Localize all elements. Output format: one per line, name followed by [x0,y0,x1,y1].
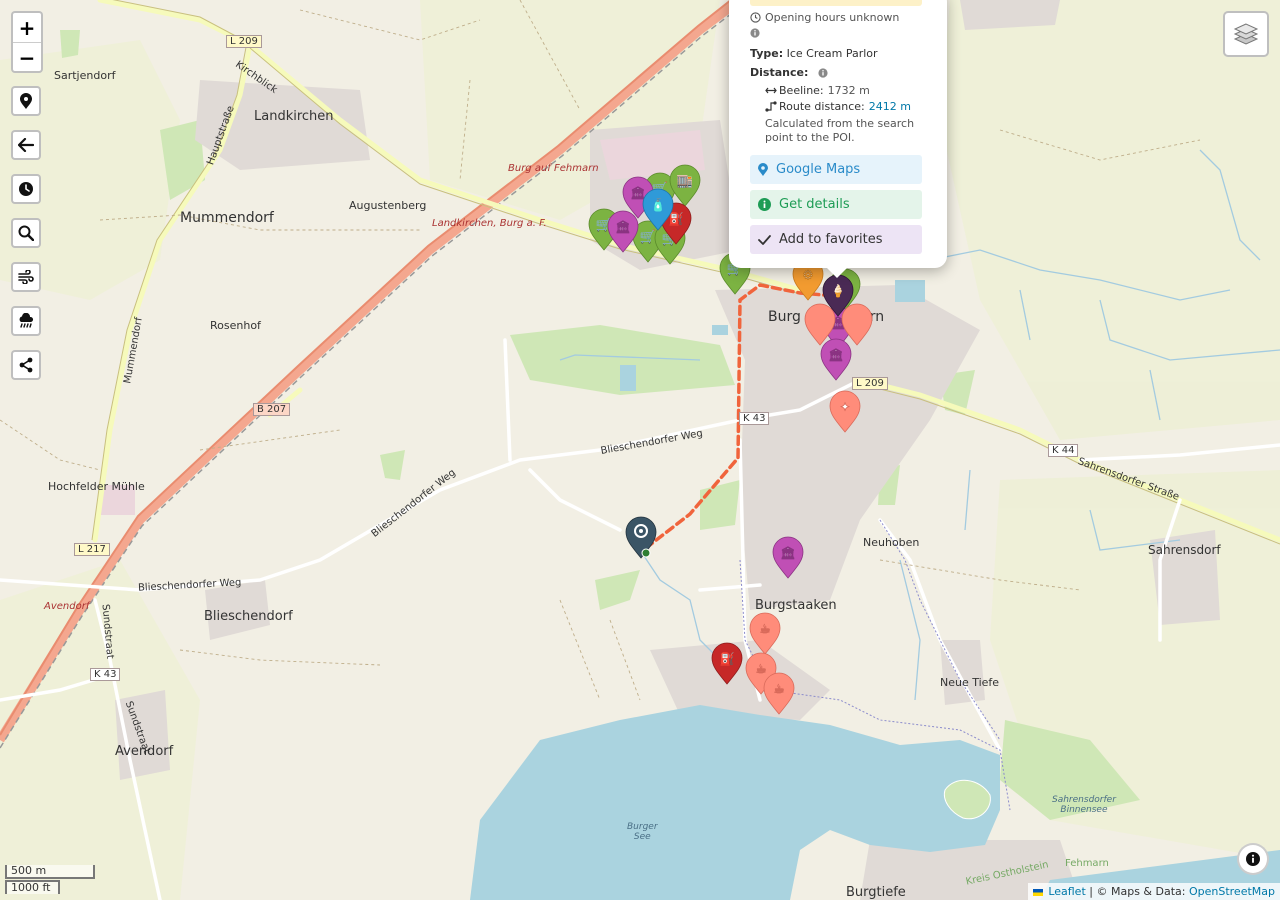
svg-text:☕: ☕ [774,682,785,696]
svg-text:🛒: 🛒 [640,229,656,245]
checkmark-icon [758,235,771,245]
popup-header-strip [750,0,922,6]
search-icon [18,225,34,241]
svg-text:🏛: 🏛 [630,186,645,200]
place-label-mummendorf: Mummendorf [180,210,274,226]
place-label-sahrensdorf: Sahrensdorf [1148,543,1221,557]
arrow-left-icon [18,138,34,152]
place-label-sartjendorf: Sartjendorf [54,69,116,82]
place-label-burgstaaken: Burgstaaken [755,598,837,613]
road-shield-k43-a: K 43 [739,412,770,425]
admin-label-avendorf: Avendorf [44,601,90,612]
water-label-sahrensdorfer-binnensee: Sahrensdorfer Binnensee [1052,795,1116,815]
info-icon[interactable] [818,67,828,78]
info-icon[interactable] [750,28,760,38]
popup-tip [826,267,848,278]
info-icon [1246,852,1260,866]
place-label-neuhoben: Neuhoben [863,536,920,549]
zoom-out-button[interactable]: − [13,43,41,72]
svg-text:☕: ☕ [756,662,767,676]
place-label-landkirchen: Landkirchen [254,109,334,124]
attribution: Leaflet | © Maps & Data: OpenStreetMap [1027,883,1280,900]
road-shield-l209-a: L 209 [226,35,262,48]
place-label-augustenberg: Augustenberg [349,199,427,212]
svg-text:🏛: 🏛 [615,220,630,234]
attribution-separator: | [1089,885,1093,898]
route-icon [765,101,777,112]
place-label-neue-tiefe: Neue Tiefe [940,676,1000,689]
scale-metric: 500 m [5,865,95,879]
svg-text:☕: ☕ [760,622,771,636]
marker-button[interactable] [11,86,41,116]
water-label-burger-see: Burger See [627,822,658,842]
info-circle-icon [758,198,771,211]
layers-button[interactable] [1223,11,1269,57]
leaflet-flag-icon [1032,888,1043,896]
rain-cloud-icon [19,313,34,328]
add-to-favorites-label: Add to favorites [779,232,883,247]
map-marker-icon [758,163,768,176]
svg-text:✦: ✦ [840,400,850,414]
share-button[interactable] [11,350,41,380]
svg-text:⛽: ⛽ [669,212,684,226]
beeline-label: Beeline: [779,84,824,97]
admin-label-burg-red: Burg auf Fehmarn [508,163,599,174]
get-details-button[interactable]: Get details [750,190,922,219]
svg-text:⛽: ⛽ [720,652,735,666]
svg-text:🏛: 🏛 [780,546,795,560]
place-label-rosenhof: Rosenhof [210,319,261,332]
info-button[interactable] [1237,843,1269,875]
osm-link[interactable]: OpenStreetMap [1189,885,1275,898]
zoom-control: + − [11,11,43,73]
opening-hours-button[interactable] [11,174,41,204]
distance-label: Distance: [750,66,809,79]
search-button[interactable] [11,218,41,248]
attribution-text: © Maps & Data: [1096,885,1186,898]
svg-text:🍦: 🍦 [831,284,846,298]
layers-icon [1233,23,1259,45]
route-distance-label: Route distance: [779,100,865,113]
poi-popup: Opening hours unknown Type: Ice Cream Pa… [729,0,947,278]
road-shield-l209-b: L 209 [852,377,888,390]
clock-icon [750,12,761,23]
place-label-hochfelder-muehle: Hochfelder Mühle [48,480,145,493]
svg-text:⚙: ⚙ [803,268,814,282]
wind-icon [18,270,34,284]
google-maps-label: Google Maps [776,162,861,177]
share-icon [19,357,33,373]
type-value: Ice Cream Parlor [786,47,878,60]
scale-imperial: 1000 ft [5,880,60,894]
google-maps-button[interactable]: Google Maps [750,155,922,184]
beeline-arrows-icon [765,87,777,94]
get-details-label: Get details [779,197,850,212]
type-label: Type: [750,47,784,60]
back-button[interactable] [11,130,41,160]
rain-button[interactable] [11,306,41,336]
admin-label-landkirchen-burg: Landkirchen, Burg a. F. [432,218,547,229]
beeline-value: 1732 m [827,84,870,97]
place-label-burgtiefe: Burgtiefe [846,885,906,900]
add-to-favorites-button[interactable]: Add to favorites [750,225,922,254]
svg-text:🏬: 🏬 [677,174,693,189]
wind-button[interactable] [11,262,41,292]
clock-icon [19,182,33,196]
svg-text:🧴: 🧴 [651,198,666,212]
road-shield-b207: B 207 [253,403,291,416]
road-shield-k44: K 44 [1048,444,1079,457]
road-shield-l217: L 217 [74,543,110,556]
distance-note: Calculated from the search point to the … [765,117,915,144]
opening-hours-text: Opening hours unknown [765,11,900,24]
svg-text:🏛: 🏛 [828,348,843,362]
route-distance-value[interactable]: 2412 m [869,100,911,113]
admin-label-fehmarn: Fehmarn [1065,858,1109,869]
zoom-in-button[interactable]: + [13,13,41,43]
leaflet-link[interactable]: Leaflet [1048,885,1085,898]
road-shield-k43-b: K 43 [90,668,121,681]
map-pin-icon [20,93,32,109]
place-label-blieschendorf: Blieschendorf [204,609,293,624]
